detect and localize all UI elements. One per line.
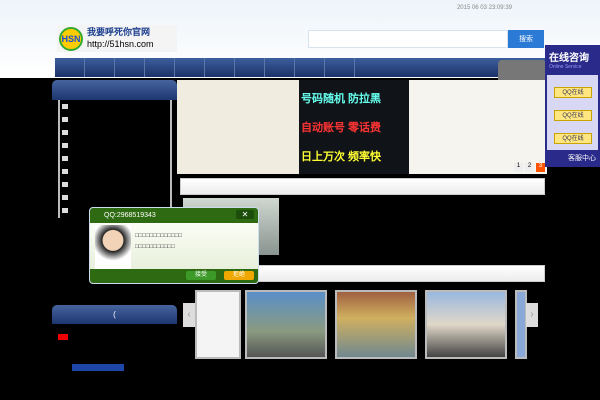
banner-cartoon-image — [177, 80, 299, 174]
nav-item[interactable] — [235, 58, 265, 77]
online-title: 在线咨询 — [549, 53, 589, 64]
nav-item[interactable] — [145, 58, 175, 77]
banner-carousel[interactable]: 号码随机 防拉黑 自动账号 零话费 日上万次 频率快 1 2 3 — [177, 80, 547, 174]
page-3[interactable]: 3 — [536, 163, 545, 172]
hot-icon — [58, 334, 68, 340]
nav-item[interactable] — [85, 58, 115, 77]
page-2[interactable]: 2 — [525, 163, 534, 172]
close-icon[interactable]: ✕ — [236, 210, 254, 219]
nav-item[interactable] — [295, 58, 325, 77]
qq-online-button[interactable]: QQ在线 — [554, 87, 592, 98]
list-bullet-icon — [62, 104, 68, 109]
service-center[interactable]: 客服中心 — [547, 150, 598, 165]
slider-thumb[interactable] — [335, 290, 417, 359]
nav-item[interactable] — [325, 58, 355, 77]
qq-number: QQ:2968519343 — [104, 212, 156, 219]
section-bar — [180, 178, 545, 195]
main-nav — [55, 58, 545, 77]
left-panel-list — [58, 100, 172, 218]
list-bullet-icon — [62, 208, 68, 213]
agent-avatar — [95, 225, 131, 269]
slider-next-button[interactable]: › — [526, 303, 538, 327]
search-button[interactable]: 搜索 — [508, 30, 544, 48]
left-panel-header-2: ( — [52, 305, 177, 324]
list-bullet-icon — [62, 143, 68, 148]
nav-item[interactable] — [55, 58, 85, 77]
online-service-widget: 在线咨询 Online Service QQ在线 QQ在线 QQ在线 客服中心 — [545, 45, 600, 167]
list-bullet-icon — [62, 182, 68, 187]
list-bullet-icon — [62, 130, 68, 135]
popup-message-1: □□□□□□□□□□□□□ — [135, 233, 183, 239]
accept-button[interactable]: 接受 — [186, 271, 216, 280]
qq-online-button[interactable]: QQ在线 — [554, 133, 592, 144]
left-panel-header — [52, 80, 177, 100]
date-time: 2015 06 03 23:09:39 — [456, 5, 512, 11]
logo-badge: HSN — [59, 26, 83, 51]
reject-button[interactable]: 拒绝 — [224, 271, 254, 280]
online-subtitle: Online Service — [549, 64, 582, 70]
page-1[interactable]: 1 — [514, 163, 523, 172]
list-bullet-icon — [62, 195, 68, 200]
banner-phone-image: 1 2 3 — [409, 80, 547, 174]
photo-slider: ‹ › — [183, 287, 538, 362]
popup-message-2: □□□□□□□□□□□ — [135, 244, 175, 250]
list-bullet-icon — [62, 156, 68, 161]
qq-chat-popup: QQ:2968519343 ✕ □□□□□□□□□□□□□ □□□□□□□□□□… — [89, 207, 259, 284]
search-input[interactable] — [308, 30, 508, 48]
site-logo[interactable]: HSN 我要呼死你官网 http://51hsn.com — [57, 25, 177, 52]
nav-item[interactable] — [175, 58, 205, 77]
logo-title: 我要呼死你官网 — [87, 28, 151, 38]
contact-link[interactable] — [72, 364, 124, 371]
slider-thumb[interactable] — [425, 290, 507, 359]
nav-item[interactable] — [115, 58, 145, 77]
banner-pagination: 1 2 3 — [514, 163, 545, 172]
qq-online-button[interactable]: QQ在线 — [554, 110, 592, 121]
slider-prev-button[interactable]: ‹ — [183, 303, 195, 327]
nav-item[interactable] — [205, 58, 235, 77]
logo-url: http://51hsn.com — [87, 39, 154, 49]
banner-text: 号码随机 防拉黑 自动账号 零话费 日上万次 频率快 — [299, 80, 409, 174]
slider-thumb[interactable] — [245, 290, 327, 359]
list-bullet-icon — [62, 169, 68, 174]
slider-thumb[interactable] — [195, 290, 241, 359]
list-bullet-icon — [62, 117, 68, 122]
nav-item[interactable] — [265, 58, 295, 77]
